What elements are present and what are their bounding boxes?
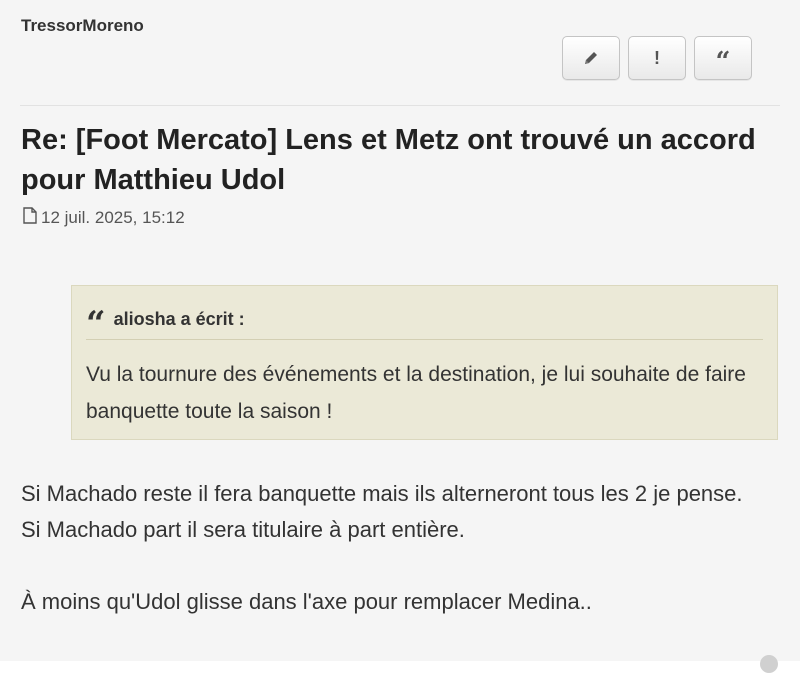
post-title[interactable]: Re: [Foot Mercato] Lens et Metz ont trou… [21, 120, 781, 200]
quote-divider [86, 339, 763, 340]
quote-block: “ aliosha a écrit : Vu la tournure des é… [71, 285, 778, 440]
report-label: ! [654, 47, 660, 68]
body-paragraph: Si Machado reste il fera banquette mais … [21, 481, 743, 506]
post-author[interactable]: TressorMoreno [21, 16, 144, 36]
report-button[interactable]: ! [628, 36, 686, 80]
body-paragraph: À moins qu'Udol glisse dans l'axe pour r… [21, 589, 592, 614]
post-date: 12 juil. 2025, 15:12 [41, 208, 185, 227]
quote-header: “ aliosha a écrit : [86, 304, 245, 344]
file-icon [22, 207, 38, 229]
quote-author: aliosha a écrit : [113, 308, 245, 329]
post-actions: ! “ [562, 36, 752, 80]
pencil-icon [582, 49, 600, 67]
post-meta: 12 juil. 2025, 15:12 [22, 207, 185, 229]
header-divider [20, 105, 780, 106]
quote-mark-icon: “ [86, 304, 106, 344]
quote-button[interactable]: “ [694, 36, 752, 80]
edit-button[interactable] [562, 36, 620, 80]
body-paragraph: Si Machado part il sera titulaire à part… [21, 517, 465, 542]
quote-text: Vu la tournure des événements et la dest… [86, 363, 746, 423]
quote-icon: “ [715, 47, 731, 77]
forum-post: TressorMoreno ! “ Re: [Foot Mercato] Len… [0, 0, 800, 673]
scroll-indicator[interactable] [760, 655, 778, 673]
post-body: Si Machado reste il fera banquette mais … [21, 476, 781, 620]
